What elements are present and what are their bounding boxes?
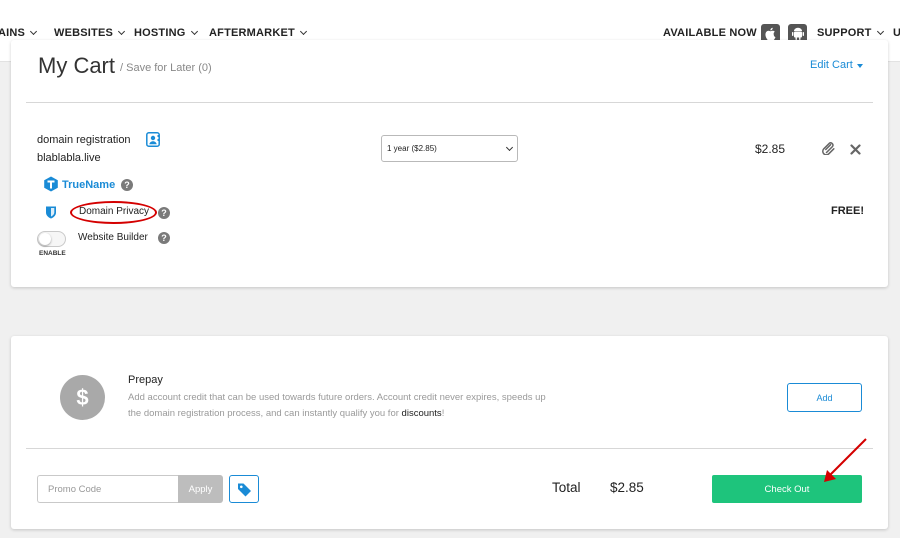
chevron-down-icon (30, 27, 38, 36)
chevron-down-icon (118, 27, 126, 36)
truename-label: TrueName (62, 179, 116, 191)
toggle-knob (39, 233, 51, 245)
paperclip-icon[interactable] (822, 140, 835, 160)
website-builder-label: Website Builder (78, 232, 148, 243)
nav-user[interactable]: U (893, 27, 900, 39)
toggle-enable-label: ENABLE (39, 250, 66, 257)
prepay-description: Add account credit that can be used towa… (128, 390, 558, 422)
total-value: $2.85 (610, 480, 644, 495)
prepay-description-suffix: ! (441, 408, 445, 419)
caret-down-icon (856, 64, 863, 68)
help-icon[interactable]: ? (121, 179, 133, 191)
nav-domains-label: AINS (0, 27, 26, 39)
domain-privacy-price: FREE! (831, 205, 864, 217)
chevron-down-icon (299, 27, 307, 36)
contact-icon[interactable] (146, 132, 160, 152)
chevron-down-icon (505, 143, 514, 152)
help-icon[interactable]: ? (158, 232, 170, 244)
cart-card (11, 40, 888, 287)
dollar-icon: $ (60, 375, 105, 420)
coupon-tag-button[interactable] (229, 475, 259, 503)
website-builder-toggle[interactable] (37, 231, 66, 247)
prepay-title: Prepay (128, 374, 163, 386)
total-label: Total (552, 480, 581, 495)
registration-period-select[interactable]: 1 year ($2.85) (381, 135, 518, 162)
remove-item-icon[interactable] (850, 142, 861, 160)
divider (26, 102, 873, 103)
promo-code-input[interactable]: Promo Code (37, 475, 178, 503)
edit-cart-button[interactable]: Edit Cart (810, 59, 863, 71)
help-icon[interactable]: ? (158, 207, 170, 219)
shield-icon (45, 205, 57, 224)
annotation-circle (70, 201, 157, 224)
annotation-arrow (824, 438, 867, 482)
nav-aftermarket[interactable]: AFTERMARKET (209, 27, 307, 39)
chevron-down-icon (876, 27, 884, 36)
item-price: $2.85 (755, 142, 786, 156)
tag-icon (237, 483, 251, 496)
nav-websites[interactable]: WEBSITES (54, 27, 126, 39)
nav-domains[interactable]: AINS (0, 27, 38, 39)
apply-promo-button[interactable]: Apply (178, 475, 223, 503)
item-type: domain registration (37, 134, 131, 146)
nav-support-label: SUPPORT (817, 27, 872, 39)
registration-period-value: 1 year ($2.85) (387, 144, 437, 153)
chevron-down-icon (190, 27, 198, 36)
divider (26, 448, 873, 449)
nav-hosting-label: HOSTING (134, 27, 186, 39)
truename-logo-icon (43, 176, 59, 197)
nav-websites-label: WEBSITES (54, 27, 114, 39)
nav-support[interactable]: SUPPORT (817, 27, 884, 39)
edit-cart-label: Edit Cart (810, 59, 853, 71)
domain-name: blablabla.live (37, 152, 101, 164)
available-now-label: AVAILABLE NOW (663, 27, 757, 39)
nav-hosting[interactable]: HOSTING (134, 27, 198, 39)
page-title: My Cart (38, 53, 115, 78)
discounts-link[interactable]: discounts (402, 408, 442, 419)
prepay-description-text: Add account credit that can be used towa… (128, 392, 546, 419)
add-credit-button[interactable]: Add (787, 383, 862, 412)
nav-aftermarket-label: AFTERMARKET (209, 27, 295, 39)
save-for-later-link[interactable]: / Save for Later (0) (120, 62, 212, 74)
